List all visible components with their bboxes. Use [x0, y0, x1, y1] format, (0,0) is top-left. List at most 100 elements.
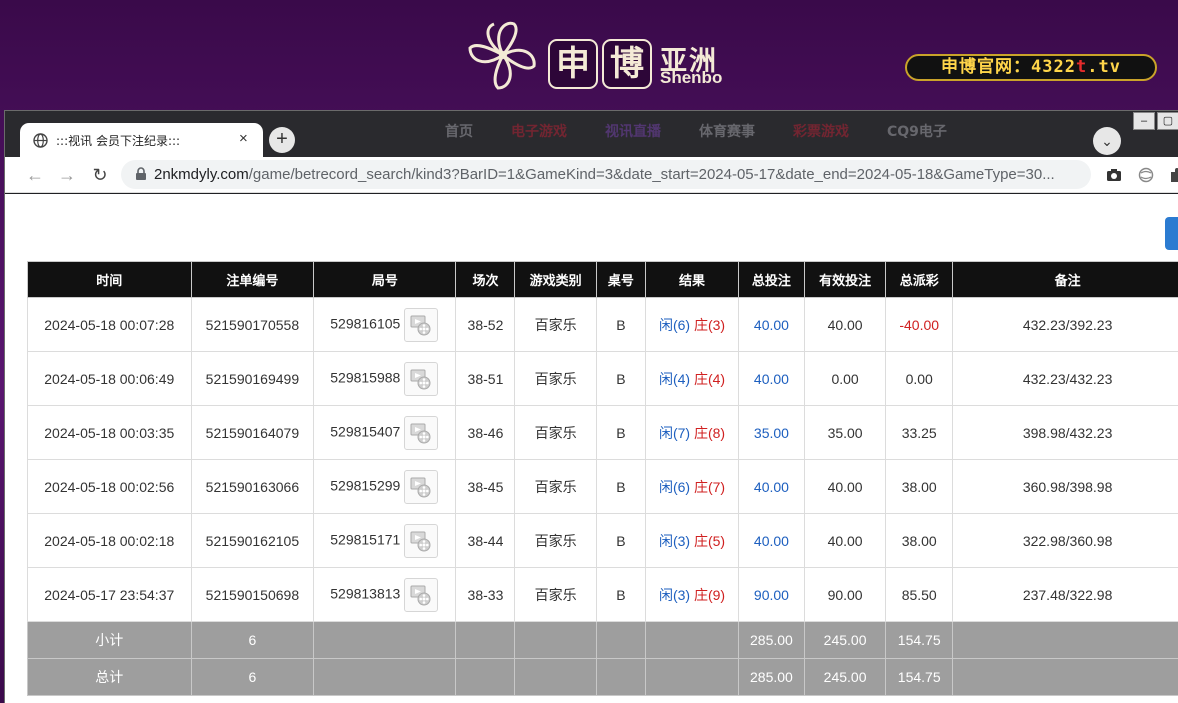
round-id: 529813813 [330, 585, 401, 602]
browser-window: 首页 电子游戏 视讯直播 体育赛事 彩票游戏 CQ9电子 :::视讯 会员下注纪… [4, 110, 1178, 703]
table-row: 2024-05-18 00:06:49 521590169499 529815988… [27, 351, 1178, 406]
tab-strip: 首页 电子游戏 视讯直播 体育赛事 彩票游戏 CQ9电子 :::视讯 会员下注纪… [5, 111, 1178, 157]
video-replay-icon [410, 369, 431, 389]
cell-result: 闲(7) 庄(8) [645, 405, 739, 460]
col-table-no: 桌号 [595, 261, 647, 298]
total-label: 总计 [27, 658, 192, 696]
maximize-icon[interactable]: ▢ [1157, 112, 1178, 130]
subtotal-count: 6 [190, 621, 315, 659]
cell-order-id: 521590169499 [190, 351, 315, 406]
bet-records-table: 时间 注单编号 局号 场次 游戏类别 桌号 结果 总投注 有效投注 总派彩 备注… [27, 261, 1178, 696]
total-bet: 285.00 [737, 658, 805, 696]
col-valid-bet: 有效投注 [803, 261, 887, 298]
official-site-banner[interactable]: 申博官网：4322t.tv [905, 54, 1157, 81]
subtotal-row: 小计 6 285.00 245.00 154.75 [27, 621, 1178, 659]
tab-search-chevron-icon[interactable]: ⌄ [1093, 127, 1121, 155]
close-icon[interactable]: × [239, 130, 248, 147]
cell-note: 360.98/398.98 [952, 459, 1178, 514]
subtotal-bet: 285.00 [737, 621, 805, 659]
replay-button[interactable] [404, 577, 439, 612]
reload-icon[interactable]: ↻ [88, 163, 112, 187]
cell-result: 闲(6) 庄(3) [645, 297, 739, 352]
camera-icon[interactable] [1106, 167, 1122, 183]
video-replay-icon [410, 315, 431, 335]
empty-cell [313, 621, 457, 659]
cell-payout: 85.50 [885, 567, 954, 622]
cell-payout: 38.00 [885, 513, 954, 568]
globe-icon [33, 133, 48, 148]
table-row: 2024-05-17 23:54:37 521590150698 529813813… [27, 567, 1178, 622]
empty-cell [952, 621, 1178, 659]
cell-total-bet: 35.00 [737, 405, 805, 460]
puzzle-icon[interactable] [1169, 167, 1178, 183]
lock-icon [136, 167, 146, 180]
replay-button[interactable] [404, 469, 439, 504]
col-total-bet: 总投注 [737, 261, 805, 298]
official-suffix: .tv [1087, 57, 1121, 77]
cell-order-id: 521590162105 [190, 513, 315, 568]
subtotal-payout: 154.75 [885, 621, 954, 659]
cell-time: 2024-05-18 00:07:28 [27, 297, 192, 352]
cell-round: 529815407 [313, 405, 457, 460]
col-result: 结果 [645, 261, 739, 298]
replay-button[interactable] [404, 523, 439, 558]
empty-cell [455, 621, 516, 659]
col-note: 备注 [952, 261, 1178, 298]
cell-result: 闲(3) 庄(9) [645, 567, 739, 622]
player-result: 闲(3) [658, 586, 691, 603]
forward-arrow-icon[interactable]: → [55, 163, 79, 187]
logo-char-bo: 博 [602, 39, 652, 89]
replay-button[interactable] [404, 307, 439, 342]
cell-round: 529815299 [313, 459, 457, 514]
banker-result: 庄(9) [693, 586, 726, 603]
table-row: 2024-05-18 00:02:18 521590162105 529815171… [27, 513, 1178, 568]
cell-valid-bet: 40.00 [803, 459, 887, 514]
cell-table-no: B [595, 513, 647, 568]
video-replay-icon [410, 477, 431, 497]
subtotal-label: 小计 [27, 621, 192, 659]
cell-note: 398.98/432.23 [952, 405, 1178, 460]
col-session: 场次 [455, 261, 516, 298]
subtotal-valid: 245.00 [803, 621, 887, 659]
new-tab-button[interactable]: + [269, 127, 295, 153]
player-result: 闲(7) [658, 424, 691, 441]
back-arrow-icon[interactable]: ← [23, 163, 47, 187]
cell-time: 2024-05-18 00:02:56 [27, 459, 192, 514]
round-id: 529815299 [330, 477, 401, 494]
cell-payout: 33.25 [885, 405, 954, 460]
logo-english: Shenbo [660, 68, 723, 87]
cell-order-id: 521590150698 [190, 567, 315, 622]
replay-button[interactable] [404, 361, 439, 396]
cell-time: 2024-05-18 00:02:18 [27, 513, 192, 568]
cell-game-type: 百家乐 [514, 297, 597, 352]
cell-result: 闲(3) 庄(5) [645, 513, 739, 568]
extension-globe-icon[interactable] [1138, 167, 1154, 183]
cell-valid-bet: 35.00 [803, 405, 887, 460]
total-row: 总计 6 285.00 245.00 154.75 [27, 658, 1178, 696]
minimize-icon[interactable]: – [1133, 112, 1155, 130]
shenbo-logo: 申 博 亚洲 Shenbo [462, 14, 732, 96]
total-payout: 154.75 [885, 658, 954, 696]
nav-lottery[interactable]: 彩票游戏 [793, 121, 849, 145]
address-bar[interactable]: 2nkmdyly.com/game/betrecord_search/kind3… [121, 160, 1091, 189]
window-controls: – ▢ [1129, 111, 1178, 131]
round-id: 529815988 [330, 369, 401, 386]
nav-sports[interactable]: 体育赛事 [699, 121, 755, 145]
cell-game-type: 百家乐 [514, 567, 597, 622]
nav-slots[interactable]: 电子游戏 [511, 121, 567, 145]
table-row: 2024-05-18 00:07:28 521590170558 529816105… [27, 297, 1178, 352]
query-button[interactable] [1165, 217, 1178, 250]
browser-tab-active[interactable]: :::视讯 会员下注纪录::: × [20, 123, 263, 157]
player-result: 闲(6) [658, 478, 691, 495]
cell-game-type: 百家乐 [514, 459, 597, 514]
replay-button[interactable] [404, 415, 439, 450]
cell-payout: 0.00 [885, 351, 954, 406]
cell-total-bet: 40.00 [737, 513, 805, 568]
video-replay-icon [410, 531, 431, 551]
empty-cell [313, 658, 457, 696]
nav-cq9[interactable]: CQ9电子 [887, 121, 947, 145]
cell-valid-bet: 40.00 [803, 513, 887, 568]
nav-live[interactable]: 视讯直播 [605, 121, 661, 145]
nav-home[interactable]: 首页 [445, 121, 473, 145]
logo-char-shen: 申 [548, 39, 598, 89]
